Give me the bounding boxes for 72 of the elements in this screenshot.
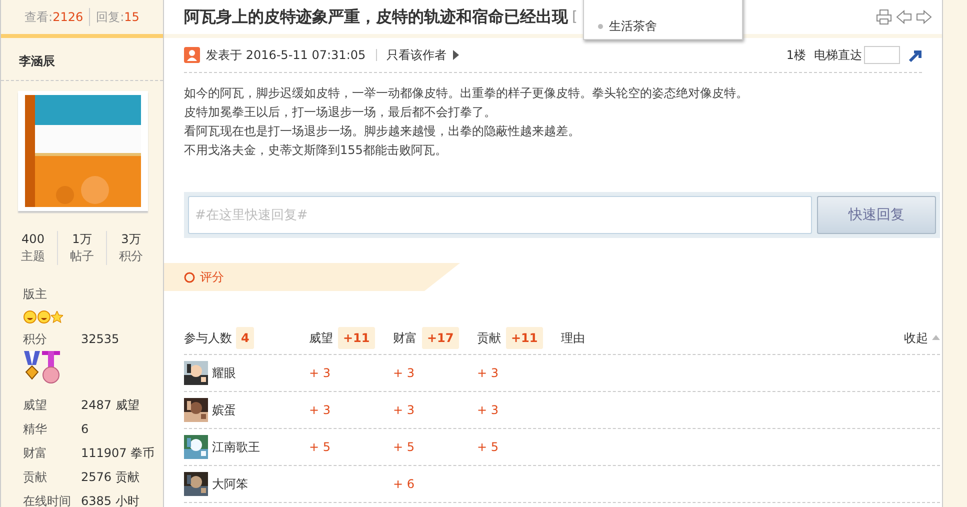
profile-value: 6 [81, 421, 89, 438]
column-header: 财富 [393, 330, 417, 346]
post-text-line: 看阿瓦现在也是打一场退步一场。脚步越来越慢，出拳的隐蔽性越来越差。 [184, 123, 581, 140]
jump-label: 电梯直达 [814, 47, 862, 64]
post-text-line: 皮特加冕拳王以后，打一场退步一场，最后都不会打拳了。 [184, 104, 497, 121]
username-link[interactable]: 大阿笨 [212, 475, 248, 493]
score-value: + 3 [477, 402, 499, 419]
column-header: 参与人数 [184, 330, 232, 346]
menu-item[interactable]: 生活茶舍 [609, 17, 657, 35]
column-header: 威望 [309, 330, 333, 346]
caret-icon[interactable] [452, 50, 459, 60]
print-icon[interactable] [876, 9, 892, 25]
smiley-icon [23, 310, 37, 324]
replies-label: 回复:15 [89, 8, 140, 26]
score-value: + 3 [393, 402, 415, 419]
post-date: 发表于 2016-5-11 07:31:05 [206, 47, 366, 64]
circle-icon [184, 272, 195, 282]
score-value: + 3 [393, 365, 415, 382]
username[interactable]: 李涵辰 [1, 38, 163, 81]
score-value: + 3 [477, 365, 499, 382]
views-label: 查看:2126 [24, 9, 84, 26]
stat-value[interactable]: 400 [9, 231, 57, 248]
medal-icon[interactable] [41, 351, 61, 385]
column-total: +11 [338, 326, 375, 348]
user-icon [184, 47, 200, 63]
score-value: + 5 [393, 439, 415, 456]
rating-title: 评分 [200, 269, 224, 286]
bullet-icon [598, 24, 603, 28]
user-group: 版主 [23, 285, 163, 307]
score-value: + 3 [309, 402, 331, 419]
stat-value[interactable]: 1万 [58, 231, 106, 248]
floor-input[interactable] [864, 46, 900, 64]
points-label: 积分 [23, 331, 48, 348]
profile-value: 2576 贡献 [81, 469, 140, 486]
profile-label: 贡献 [23, 469, 48, 486]
score-value: + 5 [477, 439, 499, 456]
profile-value: 2487 威望 [81, 397, 140, 414]
score-value: + 6 [393, 476, 415, 493]
column-header: 理由 [561, 330, 585, 346]
profile-label: 在线时间 [23, 493, 72, 507]
smiley-icon [37, 310, 51, 324]
profile-value: 6385 小时 [81, 493, 140, 507]
title-tag: [ [572, 6, 578, 28]
column-total: 4 [236, 326, 254, 348]
username-link[interactable]: 嫔蛋 [212, 401, 236, 419]
username-link[interactable]: 耀眼 [212, 364, 236, 382]
author-only-link[interactable]: 只看该作者 [386, 46, 447, 64]
profile-label: 财富 [23, 445, 48, 462]
points-value: 32535 [81, 331, 120, 348]
stat-label[interactable]: 帖子 [58, 248, 106, 265]
stat-label[interactable]: 积分 [107, 248, 155, 265]
profile-value: 111907 拳币 [81, 445, 155, 462]
post-text-line: 如今的阿瓦，脚步迟缓如皮特，一举一动都像皮特。出重拳的样子更像皮特。拳头轮空的姿态绝对像皮特。 [184, 85, 749, 102]
stat-label[interactable]: 主题 [9, 248, 57, 265]
score-value: + 3 [309, 365, 331, 382]
previous-icon[interactable] [896, 9, 912, 25]
reply-button[interactable]: 快速回复 [817, 196, 936, 234]
collapse-link[interactable]: 收起 [904, 328, 928, 346]
username-link[interactable]: 江南歌王 [212, 438, 260, 456]
next-icon[interactable] [916, 9, 932, 25]
column-total: +17 [422, 326, 459, 348]
floor-number: 1楼 [786, 47, 806, 64]
post-text-line: 不用戈洛夫金，史蒂文斯降到155都能击败阿瓦。 [184, 142, 448, 159]
profile-label: 精华 [23, 421, 48, 438]
star-icon [51, 310, 63, 323]
thread-title: 阿瓦身上的皮特迹象严重，皮特的轨迹和宿命已经出现 [184, 6, 568, 28]
column-total: +11 [506, 326, 543, 348]
column-header: 贡献 [477, 330, 501, 346]
stat-value[interactable]: 3万 [107, 231, 155, 248]
reply-field[interactable]: #在这里快速回复# [188, 196, 812, 234]
score-value: + 5 [309, 439, 331, 456]
profile-label: 威望 [23, 397, 48, 414]
